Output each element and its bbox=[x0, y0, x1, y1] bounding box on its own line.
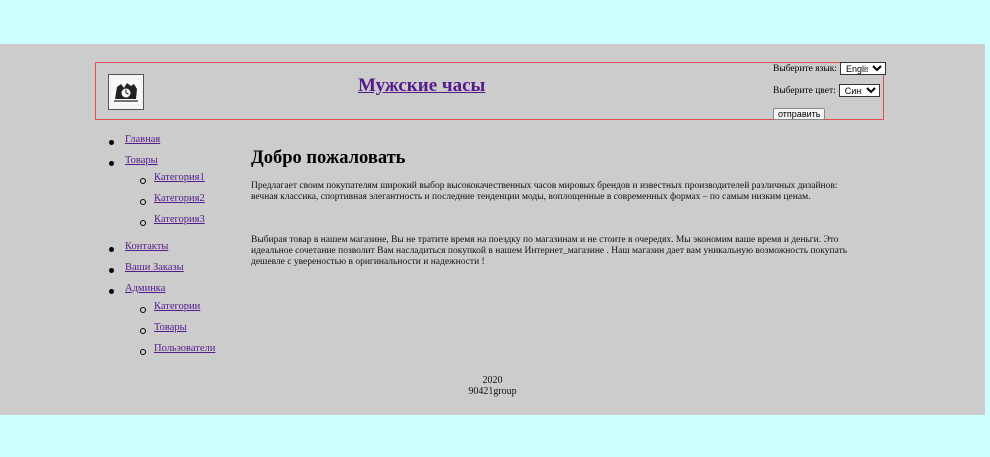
nav-item-home[interactable]: Главная bbox=[125, 134, 160, 145]
nav-item-category1[interactable]: Категория1 bbox=[154, 172, 205, 183]
language-row: Выберите язык: English bbox=[773, 62, 886, 75]
nav-item-orders[interactable]: Ваши Заказы bbox=[125, 262, 184, 273]
color-row: Выберите цвет: Синий bbox=[773, 84, 880, 97]
footer-group: 90421group bbox=[468, 386, 517, 397]
nav-item-admin-categories[interactable]: Категории bbox=[154, 301, 200, 312]
sub-bullet-icon bbox=[140, 178, 146, 184]
bullet-icon bbox=[109, 268, 114, 273]
sub-bullet-icon bbox=[140, 349, 146, 355]
submit-button[interactable]: отправить bbox=[773, 108, 826, 120]
sub-bullet-icon bbox=[140, 307, 146, 313]
bullet-icon bbox=[109, 247, 114, 252]
nav-item-admin[interactable]: Админка bbox=[125, 283, 165, 294]
main-content: Добро пожаловать Предлагает своим покупа… bbox=[251, 148, 861, 267]
nav-item-admin-users[interactable]: Пользователи bbox=[154, 343, 215, 354]
color-label: Выберите цвет: bbox=[773, 85, 836, 96]
nav-item-contacts[interactable]: Контакты bbox=[125, 241, 168, 252]
site-title-link[interactable]: Мужские часы bbox=[358, 75, 485, 97]
header: Мужские часы Выберите язык: English Выбе… bbox=[95, 62, 886, 120]
language-label: Выберите язык: bbox=[773, 63, 837, 74]
bullet-icon bbox=[109, 289, 114, 294]
page-container: Мужские часы Выберите язык: English Выбе… bbox=[0, 44, 985, 415]
about-paragraph: Выбирая товар в нашем магазине, Вы не тр… bbox=[251, 235, 848, 267]
sub-bullet-icon bbox=[140, 328, 146, 334]
footer-year: 2020 bbox=[482, 375, 503, 386]
nav-item-category2[interactable]: Категория2 bbox=[154, 193, 205, 204]
color-select[interactable]: Синий bbox=[838, 84, 880, 97]
bullet-icon bbox=[109, 161, 114, 166]
intro-paragraph: Предлагает своим покупателям широкий выб… bbox=[251, 181, 838, 202]
nav-item-products[interactable]: Товары bbox=[125, 155, 158, 166]
bullet-icon bbox=[109, 140, 114, 145]
nav-item-admin-products[interactable]: Товары bbox=[154, 322, 187, 333]
language-select[interactable]: English bbox=[839, 62, 886, 75]
watch-logo-icon bbox=[108, 74, 144, 110]
nav-item-category3[interactable]: Категория3 bbox=[154, 214, 205, 225]
sub-bullet-icon bbox=[140, 199, 146, 205]
footer: 2020 90421group bbox=[0, 375, 985, 397]
page-title: Добро пожаловать bbox=[251, 148, 406, 168]
sub-bullet-icon bbox=[140, 220, 146, 226]
